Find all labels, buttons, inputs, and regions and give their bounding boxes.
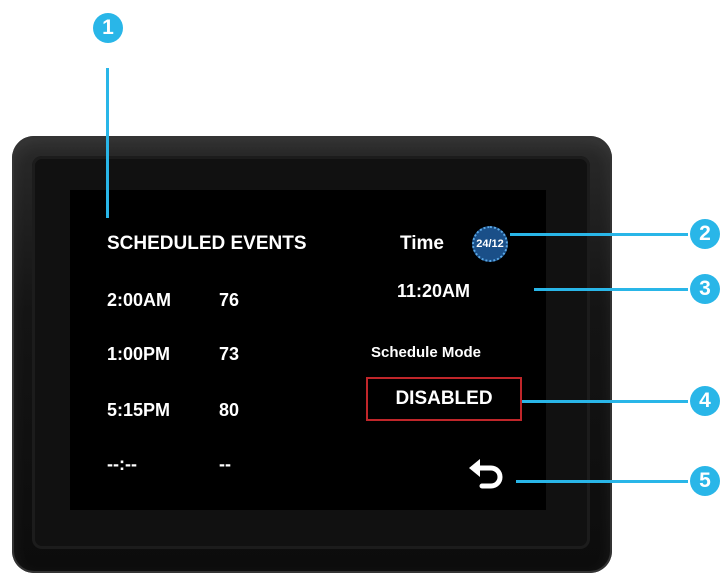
event-time[interactable]: 5:15PM bbox=[107, 400, 170, 421]
event-temp[interactable]: 73 bbox=[219, 344, 239, 365]
event-temp[interactable]: 76 bbox=[219, 290, 239, 311]
callout-badge-5: 5 bbox=[690, 466, 720, 496]
event-time[interactable]: 2:00AM bbox=[107, 290, 171, 311]
callout-badge-2: 2 bbox=[690, 219, 720, 249]
current-time[interactable]: 11:20AM bbox=[397, 281, 470, 302]
time-label: Time bbox=[400, 233, 445, 254]
callout-line-5 bbox=[516, 480, 688, 483]
schedule-mode-status: DISABLED bbox=[395, 388, 493, 409]
event-temp[interactable]: 80 bbox=[219, 400, 239, 421]
schedule-mode-label: Schedule Mode bbox=[371, 344, 482, 361]
event-time[interactable]: 1:00PM bbox=[107, 344, 170, 365]
back-arrow-icon[interactable] bbox=[464, 452, 508, 496]
clock-format-toggle-icon[interactable]: 24/12 bbox=[472, 226, 508, 262]
callout-badge-3: 3 bbox=[690, 274, 720, 304]
callout-line-3 bbox=[534, 288, 688, 291]
callout-badge-4: 4 bbox=[690, 386, 720, 416]
schedule-mode-status-button[interactable]: DISABLED bbox=[366, 377, 522, 421]
callout-line-4 bbox=[522, 400, 688, 403]
event-time[interactable]: --:-- bbox=[107, 454, 137, 475]
event-temp[interactable]: -- bbox=[219, 454, 231, 475]
scheduled-events-title: SCHEDULED EVENTS bbox=[107, 233, 307, 254]
callout-line-1 bbox=[106, 68, 109, 218]
callout-badge-1: 1 bbox=[93, 13, 123, 43]
thermostat-screen: SCHEDULED EVENTS 2:00AM 76 1:00PM 73 5:1… bbox=[70, 190, 546, 510]
callout-line-2 bbox=[510, 233, 688, 236]
clock-format-text: 24/12 bbox=[476, 238, 504, 250]
